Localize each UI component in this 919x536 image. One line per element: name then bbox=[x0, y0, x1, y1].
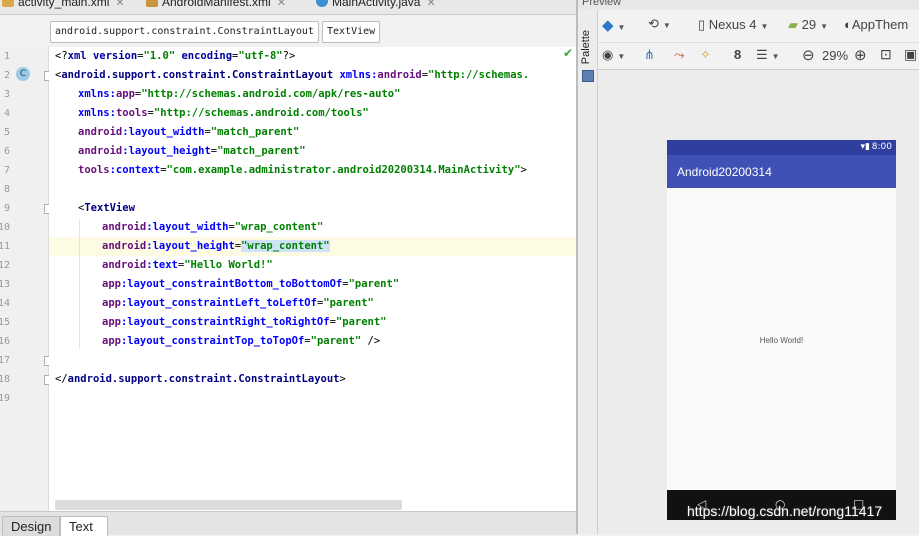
preview-header: Preview bbox=[578, 0, 919, 10]
line-number: 13 bbox=[0, 279, 10, 290]
magic-wand-icon[interactable]: ✧ bbox=[700, 47, 711, 63]
line-gutter: 1 2 3 4 5 6 7 8 9 10 11 12 13 14 15 16 1… bbox=[0, 47, 73, 511]
code-line: app:layout_constraintRight_toRightOf="pa… bbox=[102, 316, 387, 328]
line-number: 12 bbox=[0, 260, 10, 271]
line-number: 2 bbox=[3, 70, 10, 81]
palette-tab[interactable]: Palette bbox=[580, 30, 592, 64]
code-editor[interactable]: <?xml version="1.0" encoding="utf-8"?> <… bbox=[49, 47, 576, 511]
code-line: <TextView bbox=[78, 202, 135, 214]
code-line: app:layout_constraintTop_toTopOf="parent… bbox=[102, 335, 381, 347]
manifest-file-icon bbox=[146, 0, 158, 7]
palette-sidebar: Palette bbox=[578, 10, 598, 534]
line-number: 8 bbox=[3, 184, 10, 195]
code-line: app:layout_constraintLeft_toLeftOf="pare… bbox=[102, 297, 374, 309]
line-number: 11 bbox=[0, 241, 10, 252]
battery-wifi-icon: ▾▮ bbox=[860, 142, 870, 152]
code-line: app:layout_constraintBottom_toBottomOf="… bbox=[102, 278, 400, 290]
line-number: 5 bbox=[3, 127, 10, 138]
indent-guide bbox=[79, 219, 80, 349]
preview-toolbar-bottom: ◉ ▼ ⋔ ⤳ ✧ 8 ☰ ▼ ⊖ 29% ⊕ ⊡ ▣ bbox=[598, 43, 919, 70]
close-icon[interactable]: ✕ bbox=[426, 0, 435, 9]
tab-text[interactable]: Text bbox=[60, 516, 108, 536]
line-number: 9 bbox=[3, 203, 10, 214]
clear-constraints-icon[interactable]: ⤳ bbox=[674, 47, 684, 63]
palette-icon[interactable] bbox=[582, 70, 594, 82]
line-number: 19 bbox=[0, 393, 10, 404]
code-line: android:layout_height="match_parent" bbox=[78, 145, 306, 157]
line-number: 3 bbox=[3, 89, 10, 100]
line-number: 10 bbox=[0, 222, 10, 233]
align-icon[interactable]: ☰ ▼ bbox=[756, 47, 780, 63]
status-time: 8:00 bbox=[871, 142, 892, 152]
zoom-in-icon[interactable]: ⊕ bbox=[854, 46, 867, 64]
app-title: Android20200314 bbox=[677, 165, 772, 179]
tab-design[interactable]: Design bbox=[2, 516, 61, 536]
line-number: 17 bbox=[0, 355, 10, 366]
breadcrumb: android.support.constraint.ConstraintLay… bbox=[0, 15, 576, 47]
tab-android-manifest[interactable]: AndroidManifest.xml ✕ bbox=[146, 0, 286, 13]
phone-icon: ▯ bbox=[698, 17, 706, 32]
fit-screen-icon[interactable]: ⊡ bbox=[880, 46, 892, 63]
line-number: 6 bbox=[3, 146, 10, 157]
code-line: xmlns:app="http://schemas.android.com/ap… bbox=[78, 88, 401, 100]
code-line: android:layout_width="wrap_content" bbox=[102, 221, 324, 233]
line-number: 15 bbox=[0, 317, 10, 328]
checkmark-icon: ✔ bbox=[563, 46, 574, 60]
class-marker-icon[interactable]: C bbox=[16, 67, 30, 81]
line-number: 14 bbox=[0, 298, 10, 309]
java-class-icon bbox=[316, 0, 328, 7]
close-icon[interactable]: ✕ bbox=[115, 0, 124, 9]
pan-icon[interactable]: ▣ bbox=[904, 46, 917, 63]
preview-title: Preview bbox=[582, 0, 622, 8]
close-icon[interactable]: ✕ bbox=[277, 0, 286, 9]
eye-icon[interactable]: ◉ ▼ bbox=[602, 47, 625, 63]
line-number: 7 bbox=[3, 165, 10, 176]
zoom-level: 29% bbox=[822, 48, 849, 63]
code-line: android:layout_width="match_parent" bbox=[78, 126, 300, 138]
layers-icon[interactable]: ◆ ▼ bbox=[602, 16, 625, 34]
breadcrumb-constraint-layout[interactable]: android.support.constraint.ConstraintLay… bbox=[50, 21, 319, 43]
watermark: https://blog.csdn.net/rong11417 bbox=[687, 503, 883, 519]
horizontal-scrollbar[interactable] bbox=[55, 500, 402, 510]
action-bar: Android20200314 bbox=[667, 155, 896, 188]
orientation-icon[interactable]: ⟲ ▼ bbox=[648, 16, 671, 32]
preview-toolbar-top: ◆ ▼ ⟲ ▼ ▯ Nexus 4 ▼ ▰ 29 ▼ ◐AppThem bbox=[598, 10, 919, 43]
tab-main-activity[interactable]: MainActivity.java ✕ bbox=[316, 0, 436, 13]
bottom-tab-bar: Design Text bbox=[0, 511, 576, 536]
device-preview[interactable]: ▾▮ 8:00 Android20200314 Hello World! ◁ ○… bbox=[667, 140, 896, 520]
magnet-icon[interactable]: ⋔ bbox=[644, 47, 655, 63]
code-line: xmlns:tools="http://schemas.android.com/… bbox=[78, 107, 369, 119]
line-number: 16 bbox=[0, 336, 10, 347]
device-selector[interactable]: ▯ Nexus 4 ▼ bbox=[698, 17, 768, 33]
tab-activity-main[interactable]: activity_main.xml ✕ bbox=[2, 0, 125, 13]
api-selector[interactable]: ▰ 29 ▼ bbox=[788, 17, 828, 33]
code-line: </android.support.constraint.ConstraintL… bbox=[55, 373, 346, 385]
zoom-out-icon[interactable]: ⊖ bbox=[802, 46, 815, 64]
line-number: 4 bbox=[3, 108, 10, 119]
theme-icon: ◐ bbox=[844, 17, 852, 32]
code-line: <?xml version="1.0" encoding="utf-8"?> bbox=[55, 50, 296, 62]
android-icon: ▰ bbox=[788, 17, 798, 32]
line-number: 1 bbox=[3, 51, 10, 62]
margin-value[interactable]: 8 bbox=[734, 47, 741, 62]
line-number: 18 bbox=[0, 374, 10, 385]
code-line: android:layout_height="wrap_content" bbox=[102, 240, 330, 252]
code-line: android:text="Hello World!" bbox=[102, 259, 273, 271]
breadcrumb-textview[interactable]: TextView bbox=[322, 21, 381, 43]
status-bar: ▾▮ 8:00 bbox=[667, 140, 896, 155]
code-line: <android.support.constraint.ConstraintLa… bbox=[55, 69, 530, 81]
editor-tab-bar: activity_main.xml ✕ AndroidManifest.xml ✕ … bbox=[0, 0, 576, 15]
code-line: tools:context="com.example.administrator… bbox=[78, 164, 527, 176]
theme-selector[interactable]: ◐AppThem bbox=[844, 17, 908, 32]
xml-file-icon bbox=[2, 0, 14, 7]
hello-world-textview[interactable]: Hello World! bbox=[667, 336, 896, 345]
